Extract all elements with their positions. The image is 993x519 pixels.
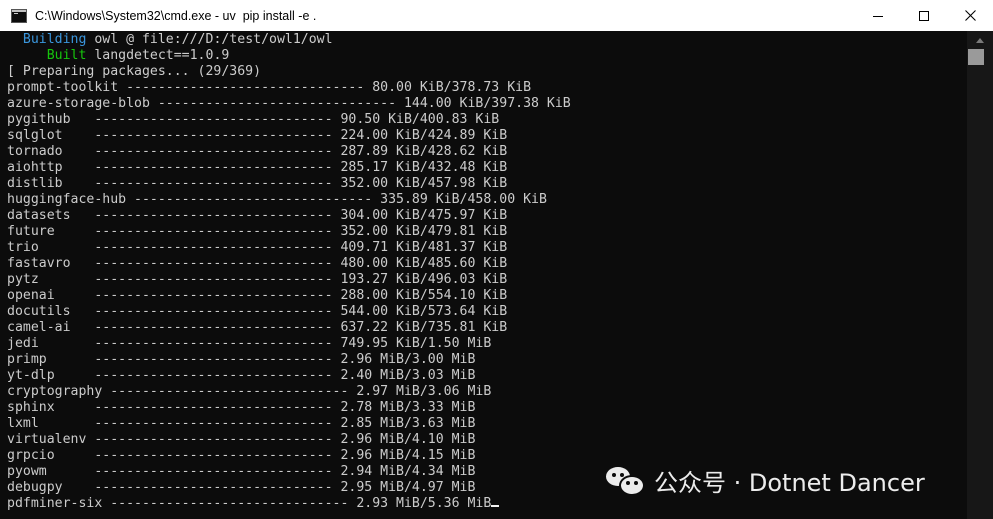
package-progress-line: camel-ai ------------------------------ …	[7, 320, 507, 336]
package-progress-line: yt-dlp ------------------------------ 2.…	[7, 368, 475, 384]
package-progress-line: datasets ------------------------------ …	[7, 208, 507, 224]
maximize-icon	[919, 10, 929, 21]
package-progress-text: pdfminer-six ---------------------------…	[7, 496, 492, 511]
package-progress-text: tornado ------------------------------ 2…	[7, 144, 508, 159]
package-progress-text: yt-dlp ------------------------------ 2.…	[7, 368, 476, 383]
package-progress-text: jedi ------------------------------ 749.…	[7, 336, 492, 351]
package-progress-line: cryptography ---------------------------…	[7, 384, 491, 400]
console-output[interactable]: Building owl @ file:///D:/test/owl1/owl …	[0, 31, 967, 519]
package-progress-text: pygithub ------------------------------ …	[7, 112, 500, 127]
window-title: C:\Windows\System32\cmd.exe - uv pip ins…	[35, 8, 317, 23]
close-button[interactable]	[947, 0, 993, 31]
package-progress-line: primp ------------------------------ 2.9…	[7, 352, 475, 368]
package-progress-text: prompt-toolkit -------------------------…	[7, 80, 532, 95]
package-progress-line: future ------------------------------ 35…	[7, 224, 507, 240]
package-progress-text: trio ------------------------------ 409.…	[7, 240, 508, 255]
package-progress-text: distlib ------------------------------ 3…	[7, 176, 508, 191]
building-detail: owl @ file:///D:/test/owl1/owl	[86, 32, 333, 47]
scroll-up-arrow-icon[interactable]	[976, 38, 984, 43]
minimize-icon	[873, 15, 883, 17]
package-progress-text: future ------------------------------ 35…	[7, 224, 508, 239]
wechat-logo-icon	[606, 465, 645, 496]
package-progress-text: grpcio ------------------------------ 2.…	[7, 448, 476, 463]
preparing-status: [ Preparing packages... (29/369)	[7, 64, 262, 79]
package-progress-text: pyowm ------------------------------ 2.9…	[7, 464, 476, 479]
watermark-text: 公众号 · Dotnet Dancer	[654, 468, 925, 497]
package-progress-line: sphinx ------------------------------ 2.…	[7, 400, 475, 416]
package-progress-line: lxml ------------------------------ 2.85…	[7, 416, 475, 432]
package-progress-text: azure-storage-blob ---------------------…	[7, 96, 571, 111]
console-line-built: Built langdetect==1.0.9	[7, 48, 230, 64]
package-progress-line: sqlglot ------------------------------ 2…	[7, 128, 507, 144]
maximize-button[interactable]	[901, 0, 947, 31]
window-controls	[855, 0, 993, 31]
package-progress-text: huggingface-hub ------------------------…	[7, 192, 547, 207]
close-icon	[964, 10, 976, 21]
package-progress-line: pdfminer-six ---------------------------…	[7, 496, 500, 512]
package-progress-text: virtualenv -----------------------------…	[7, 432, 476, 447]
package-progress-text: cryptography ---------------------------…	[7, 384, 492, 399]
package-progress-line: debugpy ------------------------------ 2…	[7, 480, 475, 496]
text-cursor	[491, 505, 500, 507]
scroll-thumb[interactable]	[968, 49, 984, 65]
cmd-window: C:\Windows\System32\cmd.exe - uv pip ins…	[0, 0, 993, 519]
console-line-preparing: [ Preparing packages... (29/369)	[7, 64, 261, 80]
package-progress-text: sqlglot ------------------------------ 2…	[7, 128, 508, 143]
package-progress-text: primp ------------------------------ 2.9…	[7, 352, 476, 367]
wechat-watermark: 公众号 · Dotnet Dancer	[606, 460, 925, 500]
package-progress-text: aiohttp ------------------------------ 2…	[7, 160, 508, 175]
package-progress-line: huggingface-hub ------------------------…	[7, 192, 547, 208]
package-progress-line: openai ------------------------------ 28…	[7, 288, 507, 304]
building-label: Building	[7, 32, 87, 47]
package-progress-text: debugpy ------------------------------ 2…	[7, 480, 476, 495]
package-progress-text: fastavro ------------------------------ …	[7, 256, 508, 271]
package-progress-line: pytz ------------------------------ 193.…	[7, 272, 507, 288]
package-progress-line: tornado ------------------------------ 2…	[7, 144, 507, 160]
package-progress-line: aiohttp ------------------------------ 2…	[7, 160, 507, 176]
package-progress-text: docutils ------------------------------ …	[7, 304, 508, 319]
package-progress-line: virtualenv -----------------------------…	[7, 432, 475, 448]
minimize-button[interactable]	[855, 0, 901, 31]
console-line-building: Building owl @ file:///D:/test/owl1/owl	[7, 32, 333, 48]
package-progress-line: azure-storage-blob ---------------------…	[7, 96, 571, 112]
package-progress-text: pytz ------------------------------ 193.…	[7, 272, 508, 287]
cmd-app-icon[interactable]	[11, 8, 27, 23]
built-label: Built	[7, 48, 87, 63]
package-progress-line: docutils ------------------------------ …	[7, 304, 507, 320]
package-progress-line: trio ------------------------------ 409.…	[7, 240, 507, 256]
vertical-scrollbar[interactable]	[967, 31, 993, 519]
package-progress-text: sphinx ------------------------------ 2.…	[7, 400, 476, 415]
package-progress-line: grpcio ------------------------------ 2.…	[7, 448, 475, 464]
built-detail: langdetect==1.0.9	[86, 48, 230, 63]
title-bar[interactable]: C:\Windows\System32\cmd.exe - uv pip ins…	[0, 0, 993, 31]
package-progress-line: prompt-toolkit -------------------------…	[7, 80, 531, 96]
package-progress-line: pygithub ------------------------------ …	[7, 112, 499, 128]
package-progress-line: jedi ------------------------------ 749.…	[7, 336, 491, 352]
package-progress-line: pyowm ------------------------------ 2.9…	[7, 464, 475, 480]
package-progress-line: fastavro ------------------------------ …	[7, 256, 507, 272]
package-progress-text: lxml ------------------------------ 2.85…	[7, 416, 476, 431]
package-progress-line: distlib ------------------------------ 3…	[7, 176, 507, 192]
package-progress-text: openai ------------------------------ 28…	[7, 288, 508, 303]
package-progress-text: camel-ai ------------------------------ …	[7, 320, 508, 335]
package-progress-text: datasets ------------------------------ …	[7, 208, 508, 223]
